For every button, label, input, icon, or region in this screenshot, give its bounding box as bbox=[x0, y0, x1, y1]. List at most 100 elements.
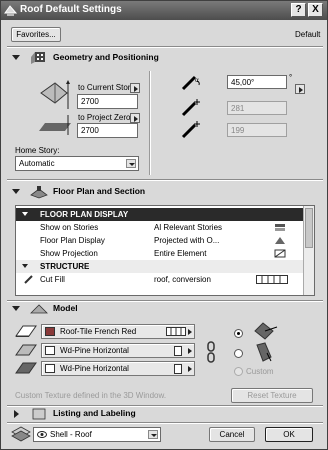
section-listing-header[interactable]: Listing and Labeling bbox=[7, 406, 323, 422]
to-project-zero-field[interactable]: 2700 bbox=[77, 123, 138, 138]
pitch-angle-icon: α bbox=[181, 75, 200, 91]
help-button[interactable]: ? bbox=[291, 3, 306, 17]
reset-texture-button[interactable]: Reset Texture bbox=[231, 388, 313, 403]
document-icon bbox=[174, 364, 182, 374]
panel-divider bbox=[149, 71, 151, 175]
list-row-structure[interactable]: STRUCTURE bbox=[16, 260, 304, 273]
roof-default-settings-dialog: Roof Default Settings ? X Favorites... D… bbox=[0, 0, 328, 450]
collapse-arrow-icon[interactable] bbox=[12, 55, 20, 60]
chevron-down-icon[interactable] bbox=[148, 430, 158, 439]
list-row-floor-plan-display[interactable]: FLOOR PLAN DISPLAY bbox=[16, 208, 304, 221]
project-zero-arrow-button[interactable] bbox=[130, 113, 140, 123]
fill-pattern-icon[interactable] bbox=[256, 275, 288, 284]
svg-text:α: α bbox=[195, 77, 199, 84]
to-project-zero-label: to Project Zero bbox=[78, 113, 131, 122]
angle-arrow-button[interactable] bbox=[295, 84, 305, 94]
layer-value: Shell - Roof bbox=[50, 430, 92, 439]
eye-icon bbox=[37, 431, 47, 438]
cancel-button[interactable]: Cancel bbox=[209, 427, 255, 442]
row-value: Projected with O... bbox=[154, 236, 220, 245]
list-row[interactable]: Floor Plan Display Projected with O... bbox=[16, 234, 304, 247]
section-model-header[interactable]: Model bbox=[7, 301, 323, 317]
dim-field-1: 281 bbox=[227, 101, 287, 115]
projection-icon[interactable] bbox=[274, 249, 286, 258]
chevron-right-icon[interactable] bbox=[188, 366, 192, 372]
section-title: Floor Plan and Section bbox=[53, 186, 146, 196]
scrollbar-thumb[interactable] bbox=[305, 208, 313, 248]
current-story-arrow-button[interactable] bbox=[130, 83, 140, 93]
roof-app-icon bbox=[4, 5, 17, 16]
floor-plan-settings-list: FLOOR PLAN DISPLAY Show on Stories Al Re… bbox=[15, 205, 315, 296]
pitch-angle-field[interactable]: 45,00° bbox=[227, 75, 287, 89]
favorites-button[interactable]: Favorites... bbox=[11, 27, 61, 42]
default-label: Default bbox=[295, 30, 321, 39]
chevron-right-icon[interactable] bbox=[188, 329, 192, 335]
row-value: roof, conversion bbox=[154, 275, 211, 284]
home-story-select[interactable]: Automatic bbox=[15, 156, 139, 171]
title-bar: Roof Default Settings ? X bbox=[1, 1, 327, 20]
display-mode-icon[interactable] bbox=[274, 236, 286, 245]
list-row[interactable]: Cut Fill roof, conversion bbox=[16, 273, 304, 286]
ok-button[interactable]: OK bbox=[265, 427, 313, 442]
side-surface-icon bbox=[15, 344, 37, 356]
collapse-arrow-icon[interactable] bbox=[22, 212, 28, 216]
chevron-right-icon[interactable] bbox=[188, 348, 192, 354]
geometry-section-icon bbox=[31, 52, 45, 64]
divider bbox=[7, 179, 323, 181]
row-label: STRUCTURE bbox=[40, 262, 90, 271]
collapse-arrow-icon[interactable] bbox=[22, 264, 28, 268]
degree-symbol: ° bbox=[289, 73, 293, 82]
material-swatch bbox=[45, 346, 55, 355]
row-value: Entire Element bbox=[154, 249, 207, 258]
material-swatch bbox=[45, 327, 55, 336]
close-button[interactable]: X bbox=[308, 3, 323, 17]
hatch-preview-icon bbox=[166, 327, 186, 336]
top-material-select[interactable]: Roof-Tile French Red bbox=[41, 324, 195, 339]
row-label: Show on Stories bbox=[40, 223, 99, 232]
custom-texture-note: Custom Texture defined in the 3D Window. bbox=[15, 391, 167, 400]
list-scrollbar[interactable] bbox=[303, 206, 314, 295]
dim-field-2: 199 bbox=[227, 123, 287, 137]
pencil-icon bbox=[24, 275, 33, 284]
bottom-material-select[interactable]: Wd-Pine Horizontal bbox=[41, 361, 195, 376]
bottom-surface-icon bbox=[15, 362, 37, 374]
section-geometry-header[interactable]: Geometry and Positioning bbox=[7, 50, 323, 66]
layer-select[interactable]: Shell - Roof bbox=[33, 427, 161, 442]
texture-alignment-icon-2 bbox=[256, 342, 272, 362]
expand-arrow-icon[interactable] bbox=[14, 410, 19, 418]
custom-texture-radio bbox=[234, 367, 243, 376]
section-floor-plan-header[interactable]: Floor Plan and Section bbox=[7, 184, 323, 200]
material-swatch bbox=[45, 364, 55, 373]
custom-label: Custom bbox=[246, 367, 274, 376]
texture-origin-radio-2[interactable] bbox=[234, 349, 243, 358]
list-row[interactable]: Show Projection Entire Element bbox=[16, 247, 304, 260]
stories-icon[interactable] bbox=[274, 223, 286, 232]
thickness-icon bbox=[181, 99, 200, 117]
dialog-title: Roof Default Settings bbox=[20, 4, 122, 15]
chevron-down-icon[interactable] bbox=[126, 159, 136, 168]
collapse-arrow-icon[interactable] bbox=[12, 189, 20, 194]
document-icon bbox=[174, 346, 182, 356]
row-label: Floor Plan Display bbox=[40, 236, 105, 245]
row-label: Cut Fill bbox=[40, 275, 65, 284]
to-current-story-label: to Current Story bbox=[78, 83, 135, 92]
home-story-value: Automatic bbox=[19, 159, 55, 168]
to-current-story-field[interactable]: 2700 bbox=[77, 94, 138, 109]
home-story-label: Home Story: bbox=[15, 146, 60, 155]
section-title: Geometry and Positioning bbox=[53, 52, 159, 62]
material-name: Roof-Tile French Red bbox=[60, 327, 137, 336]
list-row[interactable]: Show on Stories Al Relevant Stories bbox=[16, 221, 304, 234]
row-label: FLOOR PLAN DISPLAY bbox=[40, 210, 129, 219]
side-material-select[interactable]: Wd-Pine Horizontal bbox=[41, 343, 195, 358]
top-surface-icon bbox=[15, 325, 37, 337]
section-title: Listing and Labeling bbox=[53, 408, 136, 418]
layer-icon bbox=[11, 426, 31, 442]
divider bbox=[7, 46, 323, 48]
project-zero-icon bbox=[39, 115, 71, 135]
texture-origin-radio-1[interactable] bbox=[234, 329, 243, 338]
row-label: Show Projection bbox=[40, 249, 98, 258]
collapse-arrow-icon[interactable] bbox=[12, 306, 20, 311]
listing-section-icon bbox=[32, 408, 46, 420]
floor-plan-section-icon bbox=[30, 186, 48, 199]
chain-link-icon[interactable] bbox=[206, 341, 216, 363]
